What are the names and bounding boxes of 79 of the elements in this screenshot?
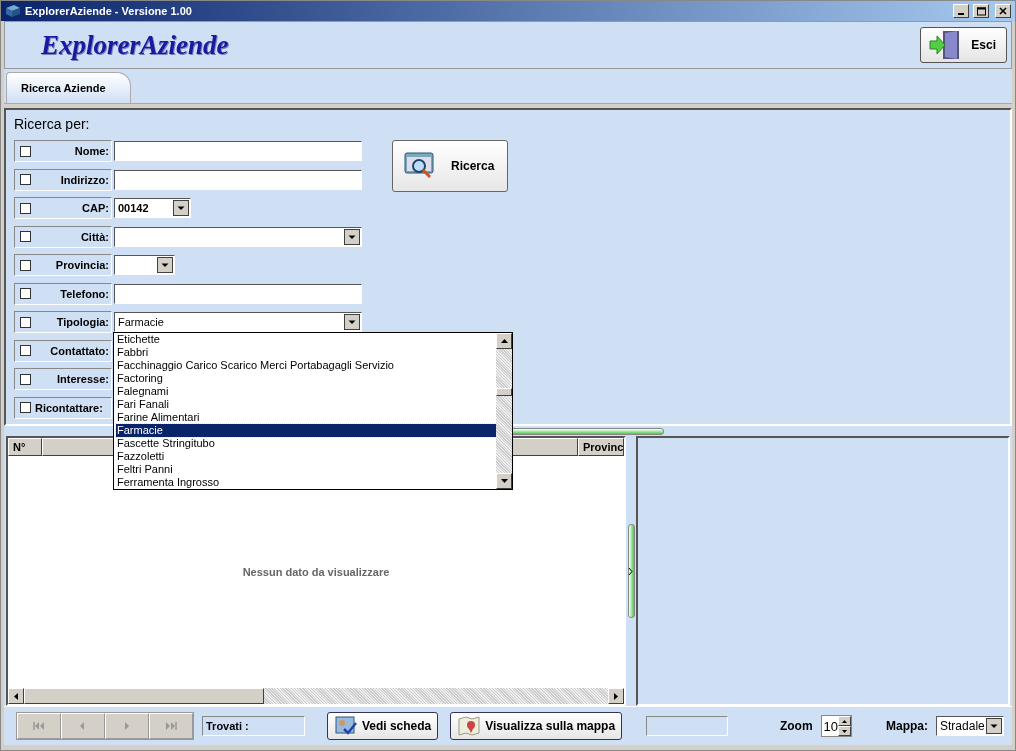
up-arrow-icon xyxy=(500,339,508,343)
field-label: CAP: xyxy=(81,202,109,214)
field-label: Provincia: xyxy=(54,259,109,271)
view-card-button[interactable]: Vedi scheda xyxy=(326,712,439,740)
field-label: Città: xyxy=(79,230,109,243)
show-on-map-button[interactable]: Visualizza sulla mappa xyxy=(450,712,623,740)
checkbox[interactable] xyxy=(20,202,31,214)
list-item[interactable]: Fabbri xyxy=(116,346,496,359)
scroll-up-button[interactable] xyxy=(496,333,512,349)
found-field: Trovati : xyxy=(202,716,305,736)
maximize-icon xyxy=(976,6,986,16)
list-item[interactable]: Etichette xyxy=(116,333,496,346)
field-label: Interesse: xyxy=(56,373,109,385)
scroll-right-button[interactable] xyxy=(608,688,624,704)
down-arrow-icon xyxy=(500,479,508,483)
combo-box[interactable] xyxy=(114,255,175,275)
list-item[interactable]: Facchinaggio Carico Scarico Merci Portabagagli Servizio xyxy=(116,359,496,372)
column-header[interactable]: Provinc xyxy=(578,438,624,456)
list-item[interactable]: Fari Fanali xyxy=(116,398,496,411)
right-arrow-icon xyxy=(614,692,618,700)
checkbox[interactable] xyxy=(20,345,31,356)
list-item[interactable]: Fazzoletti xyxy=(116,450,496,463)
combo-box[interactable] xyxy=(114,226,362,247)
input-field[interactable] xyxy=(114,283,362,304)
close-button[interactable] xyxy=(995,4,1011,18)
list-item[interactable]: Falegnami xyxy=(116,385,496,398)
scroll-down-button[interactable] xyxy=(496,473,512,489)
field-label: Tipologia: xyxy=(55,316,109,328)
map-type-select[interactable]: Stradale xyxy=(936,716,1004,736)
scroll-left-button[interactable] xyxy=(8,688,24,704)
zoom-label: Zoom xyxy=(779,719,813,733)
up-arrow-icon[interactable] xyxy=(842,719,848,723)
zoom-spinner[interactable]: 10 xyxy=(820,715,853,737)
checkbox[interactable] xyxy=(20,373,31,385)
column-header[interactable]: N° xyxy=(8,438,42,456)
checkbox[interactable] xyxy=(20,316,31,328)
first-page-icon xyxy=(33,721,45,731)
checkbox[interactable] xyxy=(20,174,31,185)
list-item[interactable]: Ferramenta Ingrosso xyxy=(116,476,496,489)
input-field[interactable] xyxy=(114,141,362,161)
exit-button[interactable]: Esci xyxy=(920,27,1007,63)
field-label: Telefono: xyxy=(59,287,109,300)
panel-title: Ricerca per: xyxy=(14,116,91,132)
field-label: Contattato: xyxy=(49,344,109,357)
search-icon xyxy=(403,151,437,181)
field-label: Nome: xyxy=(73,145,109,157)
app-icon xyxy=(5,4,21,18)
checkbox[interactable] xyxy=(20,259,31,271)
last-page-icon xyxy=(165,721,177,731)
tab[interactable]: Ricerca Aziende xyxy=(6,72,131,103)
map-pin-icon xyxy=(457,715,482,737)
left-arrow-icon xyxy=(14,692,18,700)
field-label: Ricontattare: xyxy=(35,401,104,414)
checkbox[interactable] xyxy=(20,145,31,157)
map-type-label: Mappa: xyxy=(886,719,929,733)
combo-box[interactable]: 00142 xyxy=(114,198,191,218)
splitter-handle[interactable] xyxy=(627,524,635,618)
checkbox[interactable] xyxy=(20,288,31,299)
combo-box[interactable]: Farmacie xyxy=(114,312,362,332)
empty-message: Nessun dato da visualizzare xyxy=(242,566,390,578)
list-item[interactable]: Feltri Panni xyxy=(116,463,496,476)
scrollbar-thumb[interactable] xyxy=(496,388,512,396)
app-logo: ExplorerAziende xyxy=(41,29,230,61)
chevron-icon xyxy=(629,567,633,575)
checkbox[interactable] xyxy=(20,402,31,413)
field-label: Indirizzo: xyxy=(59,173,109,186)
search-button[interactable]: Ricerca xyxy=(392,140,508,192)
close-icon xyxy=(999,7,1007,15)
down-arrow-icon[interactable] xyxy=(842,729,848,733)
list-item[interactable]: Farmacie xyxy=(116,424,496,437)
list-item[interactable]: Farine Alimentari xyxy=(116,411,496,424)
list-item[interactable]: Factoring xyxy=(116,372,496,385)
input-field[interactable] xyxy=(114,169,362,190)
scrollbar-thumb[interactable] xyxy=(24,688,264,704)
maximize-button[interactable] xyxy=(973,4,989,18)
minimize-button[interactable] xyxy=(953,4,969,18)
checkbox[interactable] xyxy=(20,231,31,242)
window-title: ExplorerAziende - Versione 1.00 xyxy=(25,5,192,17)
card-check-icon xyxy=(333,715,358,737)
